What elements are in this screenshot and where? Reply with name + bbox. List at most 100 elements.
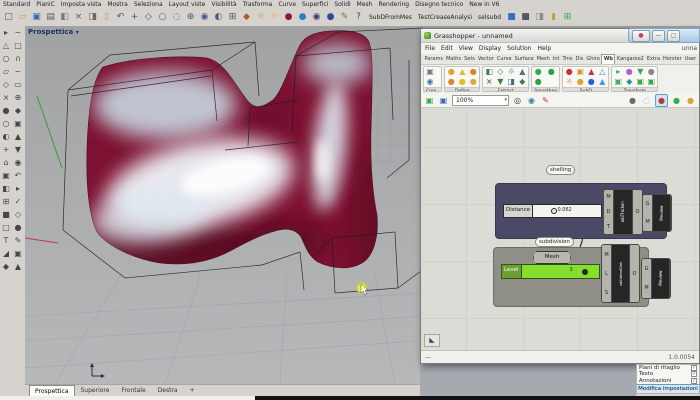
grasshopper-tab[interactable]: Trns xyxy=(561,55,574,64)
render-globe-icon[interactable]: ● xyxy=(296,11,309,24)
preview-shaded-icon[interactable]: ● xyxy=(655,94,668,107)
palette-tool-icon[interactable]: ⊕ xyxy=(12,91,24,104)
lamp-icon[interactable]: ☼ xyxy=(268,11,281,24)
menu-item[interactable]: Trasforma xyxy=(243,1,273,8)
grasshopper-menu-item[interactable]: File xyxy=(425,45,435,52)
chevron-down-icon[interactable]: ▾ xyxy=(504,96,508,105)
layer-grid-icon[interactable]: ⊞ xyxy=(561,11,574,24)
preview-component-subdivision[interactable]: G M Preview xyxy=(641,258,671,299)
grasshopper-tab[interactable]: Extra xyxy=(645,55,661,64)
palette-tool-icon[interactable]: ~ xyxy=(12,26,24,39)
grasshopper-menu-item[interactable]: Display xyxy=(479,45,501,52)
grasshopper-tab[interactable]: User xyxy=(683,55,697,64)
viewport-title[interactable]: Prospettica ▾ xyxy=(28,28,79,36)
palette-tool-icon[interactable]: ✎ xyxy=(12,234,24,247)
restore-button[interactable]: ▢ xyxy=(667,30,680,42)
input-m[interactable]: M xyxy=(642,285,651,291)
grasshopper-tab[interactable]: Ghiro xyxy=(585,55,601,64)
palette-tool-icon[interactable]: ◇ xyxy=(12,208,24,221)
palette-tool-icon[interactable]: ▼ xyxy=(12,143,24,156)
ribbon-component-icon[interactable]: ● xyxy=(533,77,543,87)
input-m[interactable]: M xyxy=(602,252,611,258)
pan-icon[interactable]: + xyxy=(128,11,141,24)
sphere-blue-icon[interactable]: ● xyxy=(324,11,337,24)
modify-settings-button[interactable]: Modifica impostazioni xyxy=(637,384,699,393)
input-m[interactable]: M xyxy=(604,194,613,200)
menu-item[interactable]: Layout viste xyxy=(169,1,206,8)
grasshopper-tab[interactable]: Maths xyxy=(444,55,462,64)
grasshopper-tab[interactable]: Sets xyxy=(463,55,477,64)
palette-tool-icon[interactable]: + xyxy=(0,143,12,156)
canvas-corner-widget[interactable]: ◣ xyxy=(424,334,440,347)
menu-item[interactable]: Seleziona xyxy=(134,1,163,8)
print-icon[interactable]: ▤ xyxy=(44,11,57,24)
ribbon-component-icon[interactable]: ● xyxy=(457,77,467,87)
shelling-group-label[interactable]: shelling xyxy=(546,165,575,175)
tools-yellow-icon[interactable]: ▮ xyxy=(547,11,560,24)
preview-wire-icon[interactable]: ◌ xyxy=(641,95,652,106)
checkbox-checked[interactable]: ✓ xyxy=(691,378,697,384)
ribbon-component-icon[interactable]: ● xyxy=(468,77,478,87)
palette-tool-icon[interactable]: □ xyxy=(12,39,24,52)
ribbon-component-icon[interactable]: ◨ xyxy=(506,77,516,87)
distance-slider-track[interactable]: 0.062 xyxy=(533,205,601,217)
palette-tool-icon[interactable]: ▣ xyxy=(0,169,12,182)
checkbox-checked[interactable]: ✓ xyxy=(691,365,697,371)
zoom-level-select[interactable]: 100% ▾ xyxy=(452,95,509,106)
grasshopper-canvas[interactable]: shelling subdivision Distance 0.062 M D … xyxy=(421,108,699,350)
ribbon-component-icon[interactable]: △ xyxy=(597,67,607,77)
palette-tool-icon[interactable]: ▲ xyxy=(12,260,24,273)
menu-item[interactable]: Standard xyxy=(3,1,30,8)
new-file-icon[interactable]: □ xyxy=(2,11,15,24)
grasshopper-tab[interactable]: Curve xyxy=(495,55,513,64)
cut-icon[interactable]: × xyxy=(72,11,85,24)
palette-tool-icon[interactable]: ✓ xyxy=(12,195,24,208)
ribbon-component-icon[interactable]: ◆ xyxy=(624,77,634,87)
palette-tool-icon[interactable]: ◢ xyxy=(0,247,12,260)
viewport-title-text[interactable]: Prospettica xyxy=(28,28,73,36)
palette-tool-icon[interactable]: ▸ xyxy=(0,26,12,39)
checkbox-checked[interactable]: ✓ xyxy=(691,371,697,377)
undo-icon[interactable]: ↶ xyxy=(114,11,127,24)
sphere-dark-icon[interactable]: ◉ xyxy=(310,11,323,24)
ribbon-component-icon[interactable]: ▣ xyxy=(425,67,435,77)
grasshopper-window[interactable]: Grasshopper - unnamed FileEditViewDispla… xyxy=(420,28,700,364)
ribbon-component-icon[interactable]: ▣ xyxy=(575,67,585,77)
wbthicken-inputs[interactable]: M D T xyxy=(604,190,613,234)
grasshopper-tab[interactable]: Dis xyxy=(574,55,585,64)
ribbon-group-label[interactable]: Transform xyxy=(612,87,657,92)
ribbon-component-icon[interactable]: ● xyxy=(533,67,543,77)
palette-tool-icon[interactable]: ↶ xyxy=(12,169,24,182)
preview2-inputs[interactable]: G M xyxy=(642,259,651,298)
mesh-param[interactable]: Mesh xyxy=(533,251,571,264)
solver-orange-icon[interactable]: ● xyxy=(685,95,696,106)
sketch-pen-icon[interactable]: ✎ xyxy=(540,95,551,106)
palette-tool-icon[interactable]: ◐ xyxy=(0,130,12,143)
palette-tool-icon[interactable]: ◉ xyxy=(12,156,24,169)
gumball-icon[interactable]: ◆ xyxy=(240,11,253,24)
palette-tool-icon[interactable]: ■ xyxy=(0,208,12,221)
palette-tool-icon[interactable]: ⌂ xyxy=(0,156,12,169)
ribbon-component-icon[interactable]: ◉ xyxy=(425,77,435,87)
wbcatmullclark-inputs[interactable]: M L S xyxy=(602,245,611,302)
grid-icon[interactable]: ⊞ xyxy=(226,11,239,24)
palette-tool-icon[interactable]: □ xyxy=(0,221,12,234)
notes-icon[interactable]: ✎ xyxy=(338,11,351,24)
level-slider-track[interactable]: 3 xyxy=(522,265,599,278)
move-icon[interactable]: ◇ xyxy=(142,11,155,24)
input-d[interactable]: D xyxy=(604,209,613,215)
gh-new-file-icon[interactable]: ▣ xyxy=(424,95,435,106)
preview1-inputs[interactable]: G M xyxy=(643,195,652,231)
ribbon-component-icon[interactable]: ● xyxy=(446,77,456,87)
window-icon-button[interactable]: ● xyxy=(632,30,650,42)
palette-tool-icon[interactable]: ▣ xyxy=(12,117,24,130)
output-o[interactable]: O xyxy=(633,209,642,215)
ribbon-component-icon[interactable]: ◇ xyxy=(495,67,505,77)
ribbon-component-icon[interactable]: ▼ xyxy=(635,67,645,77)
ribbon-component-icon[interactable]: ▲ xyxy=(597,77,607,87)
subd-shape[interactable] xyxy=(65,31,388,286)
ribbon-component-icon[interactable]: ☼ xyxy=(506,67,516,77)
preview1-body[interactable]: Preview xyxy=(652,195,671,231)
palette-tool-icon[interactable]: T xyxy=(0,234,12,247)
properties-icon[interactable]: ◧ xyxy=(58,11,71,24)
